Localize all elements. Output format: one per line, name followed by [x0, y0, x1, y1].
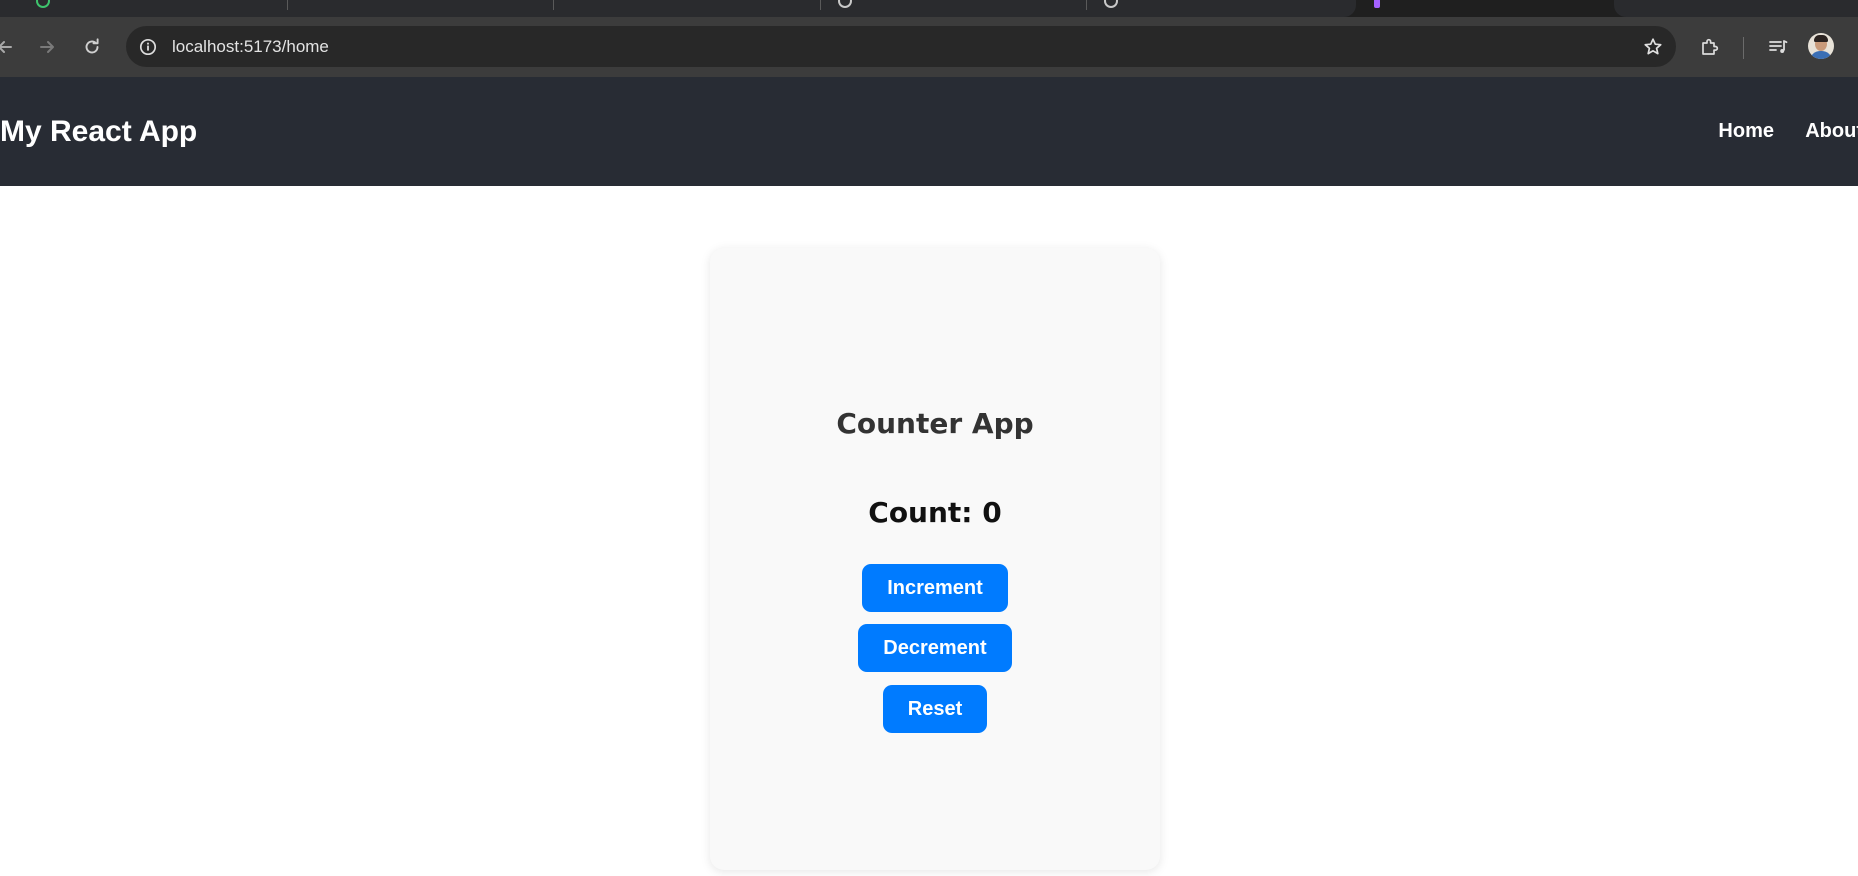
avatar[interactable] — [1808, 33, 1834, 59]
app-header: My React App Home About — [0, 77, 1858, 186]
avatar-shirt — [1810, 51, 1832, 59]
decrement-button[interactable]: Decrement — [858, 624, 1012, 672]
active-tab-icon[interactable] — [1374, 0, 1380, 8]
media-queue-icon[interactable] — [1761, 30, 1795, 64]
info-icon[interactable] — [136, 35, 159, 58]
browser-toolbar: localhost:5173/home — [0, 17, 1858, 77]
url-text[interactable]: localhost:5173/home — [172, 26, 329, 67]
tab-separator — [820, 0, 821, 10]
address-bar[interactable]: localhost:5173/home — [126, 26, 1676, 67]
toolbar-divider — [1743, 37, 1744, 59]
puzzle-icon[interactable] — [1693, 30, 1727, 64]
browser-tabstrip — [0, 0, 1858, 17]
tabstrip-right-area — [1614, 0, 1858, 17]
counter-card: Counter App Count: 0 Increment Decrement… — [710, 248, 1160, 870]
app-title: My React App — [0, 115, 198, 148]
increment-button[interactable]: Increment — [862, 564, 1008, 612]
tab-separator — [287, 0, 288, 10]
count-display: Count: 0 — [868, 496, 1002, 529]
arrow-left-icon[interactable] — [0, 30, 22, 64]
star-icon[interactable] — [1639, 33, 1666, 60]
card-heading: Counter App — [836, 407, 1034, 440]
avatar-hair — [1814, 35, 1828, 42]
nav-link-home[interactable]: Home — [1718, 77, 1774, 186]
tab-separator — [553, 0, 554, 10]
reload-icon[interactable] — [75, 30, 109, 64]
tab-separator — [1086, 0, 1087, 10]
tab-row[interactable] — [0, 0, 1356, 17]
reset-button[interactable]: Reset — [883, 685, 987, 733]
arrow-right-icon[interactable] — [30, 30, 64, 64]
nav-link-about[interactable]: About — [1805, 77, 1858, 186]
